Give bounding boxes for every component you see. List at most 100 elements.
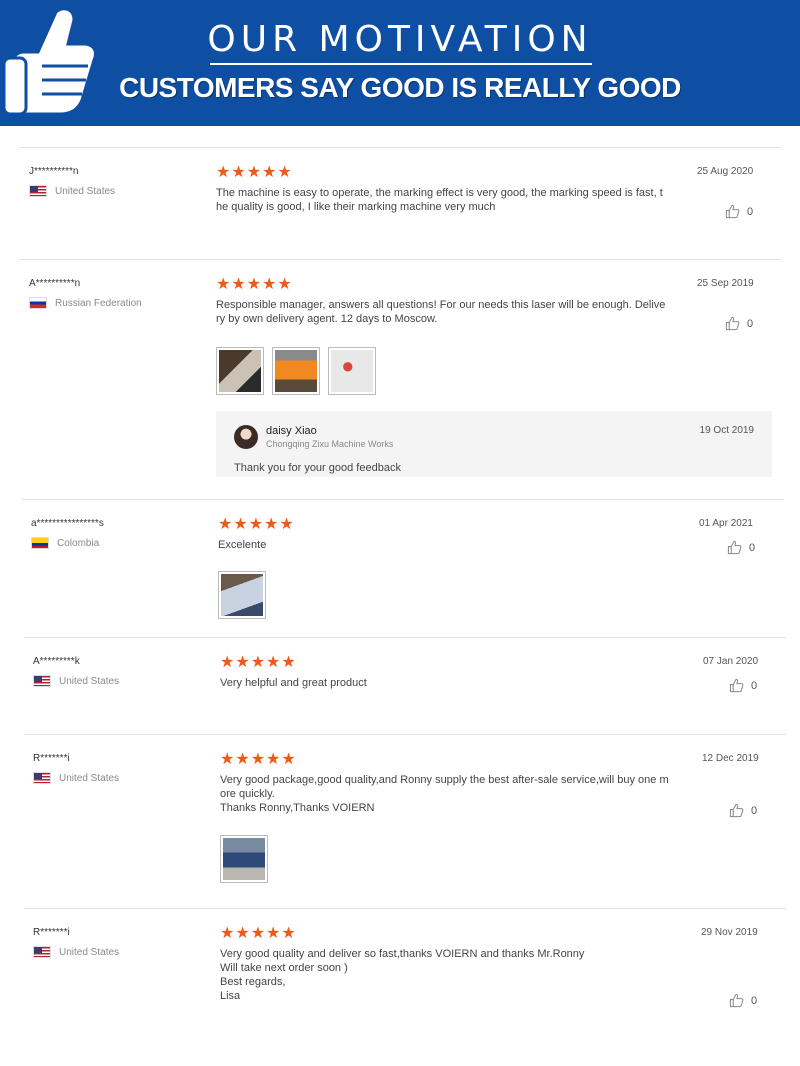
machine-photo [223,838,265,880]
helpful-button[interactable]: 0 [729,803,757,818]
seller-avatar [234,425,258,449]
seller-name: daisy Xiao [266,425,317,437]
star-icon: ★ [264,516,279,533]
helpful-count: 0 [751,804,758,817]
review-date: 29 Nov 2019 [701,927,758,938]
star-icon: ★ [220,751,235,768]
thumbs-up-outline-icon [729,993,744,1008]
star-icon: ★ [281,925,296,942]
star-icon: ★ [250,654,266,671]
reviewer-name: a****************s [31,518,104,529]
star-icon: ★ [235,925,250,942]
country-label: United States [59,946,120,958]
helpful-button[interactable]: 0 [727,540,755,555]
review-photo[interactable] [216,347,264,395]
country-label: United States [55,185,116,197]
star-rating: ★ ★ ★ ★ ★ [216,276,293,294]
star-icon: ★ [216,164,231,181]
reviewer-country: United States [33,771,119,785]
review-photos [218,571,266,619]
star-icon: ★ [235,751,250,768]
thumbs-up-outline-icon [727,540,742,555]
us-flag-icon [29,185,47,197]
star-icon: ★ [262,164,277,181]
star-icon: ★ [231,164,246,181]
star-icon: ★ [262,276,277,293]
thumbs-up-outline-icon [725,316,740,331]
thumbs-up-outline-icon [725,204,740,219]
reviewer-name: A*********k [33,656,80,667]
country-label: United States [59,675,120,687]
star-rating: ★ ★ ★ ★ ★ [218,516,295,534]
machine-photo [221,574,263,616]
star-rating: ★ ★ ★ ★ ★ [220,925,297,943]
review-item: A**********n Russian Federation ★ ★ ★ ★ ★ 25… [20,259,782,499]
thumbs-up-outline-icon [729,678,744,693]
seller-company: Chongqing Zixu Machine Works [266,439,394,449]
review-date: 25 Aug 2020 [697,166,754,177]
review-photo[interactable] [328,347,376,395]
reviewer-name: R*******i [33,927,70,938]
helpful-count: 0 [751,679,758,692]
russia-flag-icon [29,297,47,309]
machine-photo [219,350,261,392]
review-text: Responsible manager, answers all questio… [216,299,666,325]
review-date: 25 Sep 2019 [697,278,754,289]
reviewer-country: Russian Federation [29,296,142,310]
review-date: 12 Dec 2019 [702,753,759,764]
review-date: 01 Apr 2021 [699,518,753,529]
helpful-button[interactable]: 0 [729,678,757,693]
star-icon: ★ [218,516,233,533]
reviewer-name: J**********n [29,166,79,177]
star-icon: ★ [235,654,250,671]
helpful-count: 0 [747,317,754,330]
marking-photo [331,350,373,392]
thumbs-up-outline-icon [729,803,744,818]
review-text: The machine is easy to operate, the mark… [216,187,663,213]
review-date: 07 Jan 2020 [703,656,759,667]
star-icon: ★ [281,654,296,671]
review-item: a****************s Colombia ★ ★ ★ ★ ★ 01 Apr… [22,499,784,637]
star-icon: ★ [250,925,266,942]
star-icon: ★ [279,516,294,533]
review-text: Very good package,good quality,and Ronny… [220,774,669,814]
motivation-banner: OUR MOTIVATION CUSTOMERS SAY GOOD IS REA… [0,0,800,126]
review-item: R*******i United States ★ ★ ★ ★ ★ 29 Nov 201… [24,908,786,1058]
reviewer-name: R*******i [33,753,70,764]
reviewer-country: United States [33,674,119,688]
banner-divider [210,63,592,65]
helpful-button[interactable]: 0 [729,993,757,1008]
seller-reply: daisy Xiao Chongqing Zixu Machine Works … [216,411,772,477]
review-item: A*********k United States ★ ★ ★ ★ ★ 07 Jan 2… [24,637,786,734]
us-flag-icon [33,772,51,784]
review-photo[interactable] [220,835,268,883]
star-rating: ★ ★ ★ ★ ★ [220,654,297,672]
review-photo[interactable] [218,571,266,619]
star-icon: ★ [281,751,296,768]
star-rating: ★ ★ ★ ★ ★ [220,751,297,769]
us-flag-icon [33,675,51,687]
review-photos [216,347,376,395]
helpful-count: 0 [749,541,756,554]
star-icon: ★ [248,516,264,533]
star-icon: ★ [246,276,262,293]
review-item: R*******i United States ★ ★ ★ ★ ★ 12 Dec 201… [24,734,786,908]
banner-subtitle: CUSTOMERS SAY GOOD IS REALLY GOOD [119,72,681,103]
reviewer-country: United States [33,945,119,959]
helpful-button[interactable]: 0 [725,204,753,219]
star-icon: ★ [266,925,281,942]
review-text: Excelente [218,539,267,551]
country-label: United States [59,772,120,784]
star-icon: ★ [266,751,281,768]
review-photos [220,835,268,883]
reply-text: Thank you for your good feedback [234,462,401,474]
country-label: Colombia [57,537,100,549]
helpful-button[interactable]: 0 [725,316,753,331]
star-icon: ★ [277,164,292,181]
helpful-count: 0 [747,205,754,218]
star-icon: ★ [233,516,248,533]
star-icon: ★ [277,276,292,293]
machine-photo [275,350,317,392]
review-photo[interactable] [272,347,320,395]
reply-date: 19 Oct 2019 [699,425,754,436]
